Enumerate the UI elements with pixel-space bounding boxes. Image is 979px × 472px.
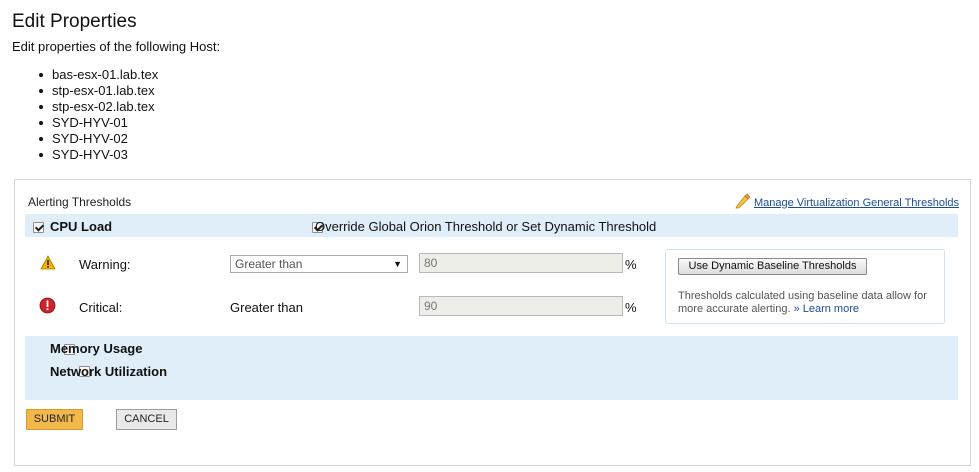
list-item: SYD-HYV-02 <box>38 131 158 147</box>
warning-unit: % <box>625 257 637 272</box>
use-dynamic-baseline-button[interactable]: Use Dynamic Baseline Thresholds <box>678 258 867 275</box>
pencil-icon <box>734 193 751 212</box>
warning-triangle-icon <box>40 255 56 275</box>
list-item: SYD-HYV-01 <box>38 115 158 131</box>
dynamic-baseline-box: Use Dynamic Baseline Thresholds Threshol… <box>665 249 945 324</box>
critical-unit: % <box>625 300 637 315</box>
section-title: Alerting Thresholds <box>28 195 132 209</box>
network-utilization-label: Network Utilization <box>50 364 168 379</box>
alerting-thresholds-panel: Alerting Thresholds Manage Virtualizatio… <box>14 179 971 466</box>
warning-comparison-value: Greater than <box>235 257 303 271</box>
manage-thresholds-link[interactable]: Manage Virtualization General Thresholds <box>734 193 959 212</box>
cpu-load-label: CPU Load <box>50 219 113 234</box>
dynamic-baseline-note: Thresholds calculated using baseline dat… <box>678 290 938 316</box>
page-title: Edit Properties <box>12 11 137 32</box>
list-item: stp-esx-01.lab.tex <box>38 83 158 99</box>
list-item: bas-esx-01.lab.tex <box>38 67 158 83</box>
cancel-button[interactable]: CANCEL <box>116 409 177 430</box>
warning-comparison-select[interactable]: Greater than ▼ <box>230 255 408 273</box>
critical-comparison: Greater than <box>230 300 303 315</box>
list-item: SYD-HYV-03 <box>38 147 158 163</box>
critical-value-input[interactable]: 90 <box>419 296 623 316</box>
cpu-load-checkbox[interactable] <box>33 222 44 233</box>
chevron-down-icon: ▼ <box>393 259 402 269</box>
memory-usage-label: Memory Usage <box>50 341 143 356</box>
warning-label: Warning: <box>79 257 131 272</box>
page-subtitle: Edit properties of the following Host: <box>12 39 221 54</box>
override-label: Override Global Orion Threshold or Set D… <box>315 219 657 234</box>
list-item: stp-esx-02.lab.tex <box>38 99 158 115</box>
manage-thresholds-label: Manage Virtualization General Thresholds <box>753 196 959 209</box>
critical-circle-icon <box>39 297 56 319</box>
warning-value-input[interactable]: 80 <box>419 253 623 273</box>
learn-more-link[interactable]: » Learn more <box>794 303 859 315</box>
critical-label: Critical: <box>79 300 123 315</box>
host-list: bas-esx-01.lab.tex stp-esx-01.lab.tex st… <box>38 67 158 163</box>
submit-button[interactable]: SUBMIT <box>26 409 83 430</box>
